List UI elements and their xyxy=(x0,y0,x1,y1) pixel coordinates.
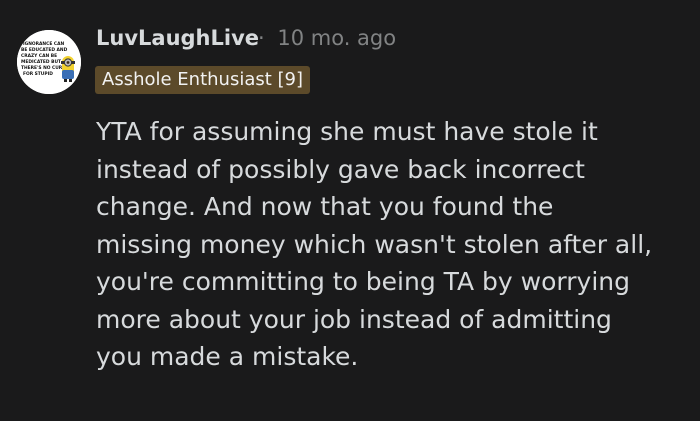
comment-meta: · 10 mo. ago xyxy=(258,24,396,52)
avatar-text-line: CRAZY CAN BE xyxy=(21,53,57,59)
user-flair: Asshole Enthusiast [9] xyxy=(95,66,311,94)
meta-separator: · xyxy=(258,26,265,50)
comment-body-line: more about your job instead of admitting xyxy=(96,304,612,334)
comment-body-line: you're committing to being TA by worryin… xyxy=(96,267,630,296)
avatar-text-line: FOR STUPID xyxy=(23,71,53,77)
avatar-text-line: BE EDUCATED AND xyxy=(21,47,68,53)
username-link[interactable]: LuvLaughLive xyxy=(96,24,259,52)
comment: IGNORANCE CAN BE EDUCATED AND CRAZY CAN … xyxy=(0,0,700,421)
comment-body-line: missing money which wasn't stolen after … xyxy=(96,229,653,259)
comment-body: YTA for assuming she must have stole it … xyxy=(96,113,686,376)
user-avatar[interactable]: IGNORANCE CAN BE EDUCATED AND CRAZY CAN … xyxy=(17,30,81,94)
comment-body-line: YTA for assuming she must have stole it xyxy=(96,117,598,146)
avatar-text-line: MEDICATED BUT xyxy=(21,59,61,65)
comment-body-line: you made a mistake. xyxy=(96,342,359,371)
avatar-text-line: IGNORANCE CAN xyxy=(23,41,64,47)
comment-body-line: instead of possibly gave back incorrect xyxy=(96,154,585,184)
minion-meme-avatar-icon: IGNORANCE CAN BE EDUCATED AND CRAZY CAN … xyxy=(17,30,81,94)
timestamp[interactable]: 10 mo. ago xyxy=(277,26,396,50)
avatar-text-line: THERE'S NO CURE xyxy=(21,65,65,71)
comment-body-line: change. And now that you found the xyxy=(96,192,554,221)
